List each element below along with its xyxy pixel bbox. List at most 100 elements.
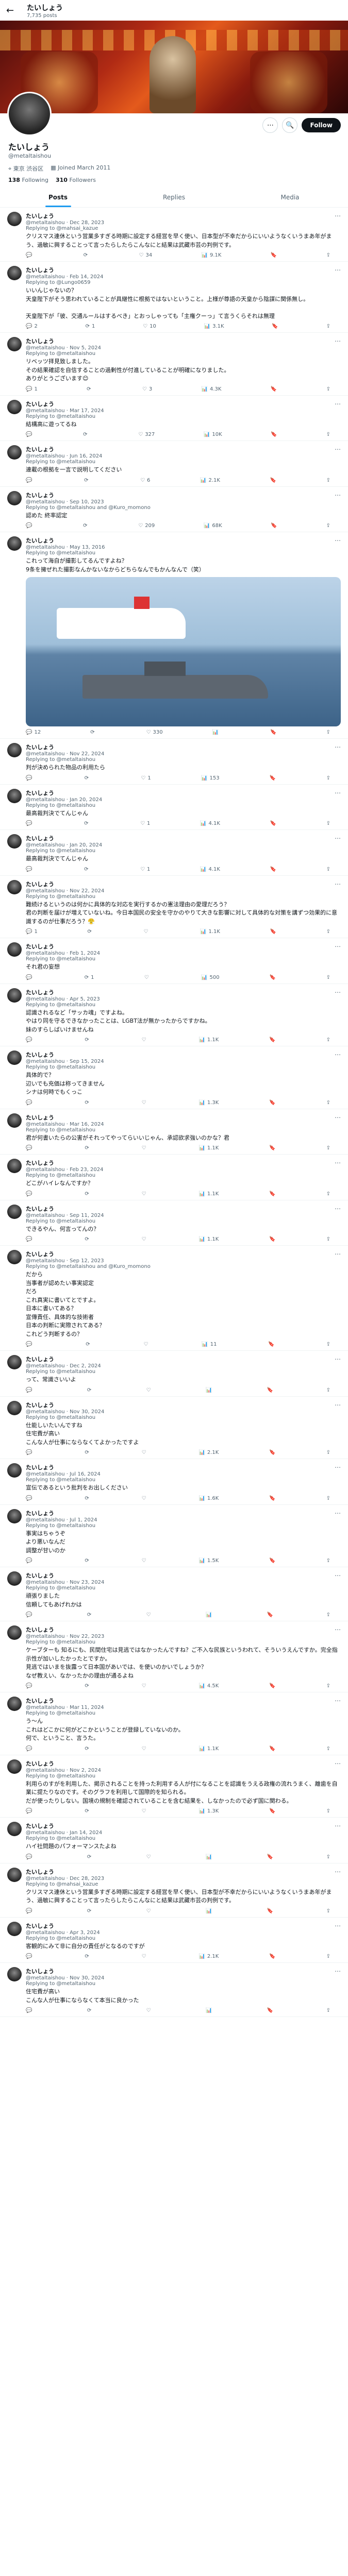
tweet-more-icon[interactable]: ⋯ [335,743,341,751]
tweet-avatar[interactable] [7,1967,22,1981]
views-action[interactable]: 📊 1.1K [198,1191,219,1197]
share-action[interactable]: ⇪ [326,1100,330,1106]
tweet-handle-date[interactable]: @metaltaishou · Nov 22, 2024 [26,888,341,894]
tweet-avatar[interactable] [7,1697,22,1711]
like-action[interactable]: ♡ 34 [139,252,153,258]
retweet-action[interactable]: ⟳ [84,821,90,826]
tweet-avatar[interactable] [7,1400,22,1415]
reply-action[interactable]: 💬 [26,775,34,781]
tweet-more-icon[interactable]: ⋯ [335,1159,341,1166]
tweet-avatar[interactable] [7,1463,22,1478]
tweet-handle-date[interactable]: @metaltaishou · Jan 20, 2024 [26,842,341,848]
bookmark-action[interactable]: 🔖 [269,1191,275,1197]
tweet-more-icon[interactable]: ⋯ [335,1510,341,1517]
tweet-replying-to[interactable]: Replying to @metaltaishou [26,1127,341,1133]
tweet-handle-date[interactable]: @metaltaishou · Apr 3, 2024 [26,1930,341,1936]
reply-action[interactable]: 💬 [26,478,34,483]
bookmark-action[interactable]: 🔖 [269,1954,275,1959]
views-action[interactable]: 📊 1.5K [198,1558,219,1564]
like-action[interactable]: ♡ [142,1746,148,1752]
share-action[interactable]: ⇪ [326,1236,330,1242]
tweet-handle-date[interactable]: @metaltaishou · Jul 1, 2024 [26,1517,341,1523]
share-action[interactable]: ⇪ [326,1808,330,1814]
views-action[interactable]: 📊 1.1K [198,1746,219,1752]
tweet-author-name[interactable]: たいしょう [26,1401,54,1409]
tweet-handle-date[interactable]: @metaltaishou · Jul 16, 2024 [26,1471,341,1477]
tweet[interactable]: たいしょう ⋯ @metaltaishou · Nov 22, 2023 Rep… [0,1621,348,1692]
tweet-author-name[interactable]: たいしょう [26,942,54,951]
bookmark-action[interactable]: 🔖 [270,929,276,935]
tweet-handle-date[interactable]: @metaltaishou · Mar 11, 2024 [26,1705,341,1710]
reply-action[interactable]: 💬 [26,1037,34,1043]
like-action[interactable]: ♡ 3 [142,386,152,392]
retweet-action[interactable]: ⟳ [85,1496,91,1501]
retweet-action[interactable]: ⟳ [87,1387,93,1393]
bookmark-action[interactable]: 🔖 [269,1145,275,1151]
tweet[interactable]: たいしょう ⋯ @metaltaishou · Jan 20, 2024 Rep… [0,785,348,830]
tweet[interactable]: たいしょう ⋯ @metaltaishou · Sep 15, 2024 Rep… [0,1046,348,1109]
tweet-avatar[interactable] [7,1250,22,1264]
reply-action[interactable]: 💬 [26,1746,34,1752]
tweet[interactable]: たいしょう ⋯ @metaltaishou · Apr 5, 2023 Repl… [0,984,348,1046]
like-action[interactable]: ♡ 1 [141,775,151,781]
retweet-action[interactable]: ⟳ [85,1746,91,1752]
views-action[interactable]: 📊 [206,1854,214,1860]
views-action[interactable]: 📊 2.1K [200,478,220,483]
like-action[interactable]: ♡ 330 [146,730,163,735]
like-action[interactable]: ♡ [146,2008,153,2013]
reply-action[interactable]: 💬 1 [26,386,38,392]
reply-action[interactable]: 💬 [26,1145,34,1151]
views-action[interactable]: 📊 9.1K [202,252,222,258]
share-action[interactable]: ⇪ [326,2008,330,2013]
views-action[interactable]: 📊 4.1K [200,821,220,826]
reply-action[interactable]: 💬 [26,975,34,980]
tweet-replying-to[interactable]: Replying to @metaltaishou [26,550,341,556]
tweet-avatar[interactable] [7,536,22,551]
reply-action[interactable]: 💬 [26,1191,34,1197]
retweet-action[interactable]: ⟳ [83,523,89,529]
tweet-avatar[interactable] [7,1355,22,1369]
like-action[interactable]: ♡ [142,1954,148,1959]
tweet[interactable]: たいしょう ⋯ @metaltaishou · Feb 14, 2024 Rep… [0,262,348,333]
tweet-handle-date[interactable]: @metaltaishou · Feb 1, 2024 [26,951,341,956]
share-action[interactable]: ⇪ [326,1954,330,1959]
views-action[interactable]: 📊 [206,1908,214,1914]
tweet-avatar[interactable] [7,212,22,226]
tweet-avatar[interactable] [7,445,22,460]
tweet-more-icon[interactable]: ⋯ [335,337,341,345]
tweet-handle-date[interactable]: @metaltaishou · Apr 5, 2023 [26,996,341,1002]
tweet[interactable]: たいしょう ⋯ @metaltaishou · Nov 23, 2024 Rep… [0,1567,348,1621]
tweet-avatar[interactable] [7,879,22,894]
tweet-avatar[interactable] [7,1050,22,1065]
bookmark-action[interactable]: 🔖 [267,1612,273,1618]
retweet-action[interactable]: ⟳ [85,775,91,781]
tweet[interactable]: たいしょう ⋯ @metaltaishou · May 13, 2016 Rep… [0,532,348,739]
like-action[interactable]: ♡ [142,1683,148,1689]
tweet-image[interactable] [26,577,341,726]
retweet-action[interactable]: ⟳ [85,1236,91,1242]
tweet-replying-to[interactable]: Replying to @metaltaishou [26,351,341,357]
tweet-more-icon[interactable]: ⋯ [335,446,341,453]
tweet[interactable]: たいしょう ⋯ @metaltaishou · Feb 23, 2024 Rep… [0,1155,348,1200]
views-action[interactable]: 📊 1.3K [198,1100,219,1106]
follow-button[interactable]: Follow [302,118,341,132]
bookmark-action[interactable]: 🔖 [270,821,276,826]
share-action[interactable]: ⇪ [326,1191,330,1197]
views-action[interactable]: 📊 [206,1612,214,1618]
tweet-avatar[interactable] [7,266,22,280]
tweet-author-name[interactable]: たいしょう [26,1463,54,1471]
tweet-replying-to[interactable]: Replying to @metaltaishou [26,894,341,900]
views-action[interactable]: 📊 3.1K [204,324,224,329]
tweet-avatar[interactable] [7,942,22,957]
share-action[interactable]: ⇪ [326,929,330,935]
tweet[interactable]: たいしょう ⋯ @metaltaishou · Jun 16, 2024 Rep… [0,441,348,487]
tweet-more-icon[interactable]: ⋯ [335,1250,341,1258]
tweet-more-icon[interactable]: ⋯ [335,266,341,274]
tweet-author-name[interactable]: たいしょう [26,1113,54,1122]
tweet-author-name[interactable]: たいしょう [26,337,54,345]
tweet-avatar[interactable] [7,988,22,1003]
like-action[interactable]: ♡ [142,1496,148,1501]
tweet-avatar[interactable] [7,1625,22,1640]
reply-action[interactable]: 💬 [26,1808,34,1814]
views-action[interactable]: 📊 2.1K [198,1954,219,1959]
